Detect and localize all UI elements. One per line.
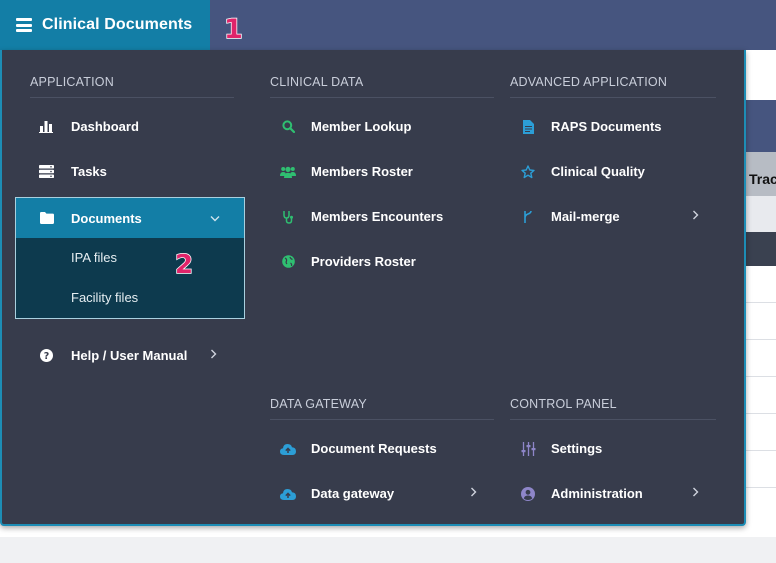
callout-marker-1: 1 bbox=[223, 13, 243, 46]
section-heading: APPLICATION bbox=[30, 74, 234, 98]
chevron-right-icon bbox=[466, 485, 480, 499]
section-help: ? Help / User Manual bbox=[30, 333, 234, 378]
documents-group: Documents IPA files Facility files bbox=[15, 197, 245, 319]
menu-item-document-requests[interactable]: Document Requests bbox=[270, 426, 494, 471]
menu-item-member-lookup[interactable]: Member Lookup bbox=[270, 104, 494, 149]
svg-text:?: ? bbox=[43, 351, 49, 362]
app-title: Clinical Documents bbox=[42, 16, 193, 33]
background-footer bbox=[0, 526, 776, 537]
chevron-right-icon bbox=[688, 208, 702, 222]
menu-item-label: Providers Roster bbox=[311, 254, 416, 269]
merge-icon bbox=[520, 209, 536, 225]
background-dark-row bbox=[744, 232, 776, 266]
section-heading: CLINICAL DATA bbox=[270, 74, 494, 98]
menu-item-label: Mail-merge bbox=[551, 209, 620, 224]
documents-submenu: IPA files Facility files bbox=[16, 238, 244, 318]
table-row bbox=[744, 377, 776, 414]
menu-item-mail-merge[interactable]: Mail-merge bbox=[510, 194, 716, 239]
background-table-header: Trac bbox=[744, 152, 776, 196]
chevron-right-icon bbox=[206, 347, 220, 361]
section-heading: ADVANCED APPLICATION bbox=[510, 74, 716, 98]
table-row bbox=[744, 340, 776, 377]
file-text-icon bbox=[520, 119, 536, 135]
globe-icon bbox=[280, 254, 296, 270]
submenu-item-facility-files[interactable]: Facility files bbox=[16, 278, 244, 318]
menu-item-tasks[interactable]: Tasks bbox=[30, 149, 234, 194]
section-heading: CONTROL PANEL bbox=[510, 396, 716, 420]
menu-item-settings[interactable]: Settings bbox=[510, 426, 716, 471]
users-icon bbox=[280, 164, 296, 180]
menu-item-providers-roster[interactable]: Providers Roster bbox=[270, 239, 494, 284]
folder-icon bbox=[39, 210, 55, 226]
background-page bbox=[744, 50, 776, 100]
menu-item-label: Data gateway bbox=[311, 486, 395, 501]
menu-item-label: Dashboard bbox=[71, 119, 139, 134]
table-row bbox=[744, 451, 776, 488]
menu-item-raps-documents[interactable]: RAPS Documents bbox=[510, 104, 716, 149]
menu-item-label: Member Lookup bbox=[311, 119, 412, 134]
server-icon bbox=[38, 164, 54, 180]
menu-item-label: Tasks bbox=[71, 164, 107, 179]
background-table-rows bbox=[744, 266, 776, 526]
star-icon bbox=[520, 164, 536, 180]
mega-menu-panel: APPLICATION Dashboard Tasks Documents IP… bbox=[0, 50, 746, 526]
menu-toggle-button[interactable]: Clinical Documents bbox=[0, 0, 210, 50]
chevron-down-icon bbox=[208, 211, 222, 225]
background-filter-row bbox=[744, 196, 776, 232]
menu-item-label: Help / User Manual bbox=[71, 348, 188, 363]
menu-item-members-encounters[interactable]: Members Encounters bbox=[270, 194, 494, 239]
menu-item-label: Members Roster bbox=[311, 164, 413, 179]
menu-item-label: Settings bbox=[551, 441, 603, 456]
search-icon bbox=[280, 119, 296, 135]
table-row bbox=[744, 303, 776, 340]
background-header bbox=[744, 100, 776, 152]
section-heading: DATA GATEWAY bbox=[270, 396, 494, 420]
menu-item-clinical-quality[interactable]: Clinical Quality bbox=[510, 149, 716, 194]
cloud-upload-icon bbox=[280, 441, 296, 457]
chevron-right-icon bbox=[688, 485, 702, 499]
section-data-gateway: DATA GATEWAY Document Requests Data gate… bbox=[270, 396, 494, 516]
menu-item-label: RAPS Documents bbox=[551, 119, 662, 134]
background-column-label: Trac bbox=[749, 171, 776, 187]
question-circle-icon: ? bbox=[38, 348, 54, 364]
sliders-icon bbox=[520, 441, 536, 457]
user-circle-icon bbox=[520, 486, 536, 502]
section-control-panel: CONTROL PANEL Settings Administration bbox=[510, 396, 716, 516]
menu-item-label: Document Requests bbox=[311, 441, 437, 456]
menu-item-label: Members Encounters bbox=[311, 209, 444, 224]
section-clinical-data: CLINICAL DATA Member Lookup Members Rost… bbox=[270, 74, 494, 284]
hamburger-icon bbox=[16, 18, 32, 32]
table-row bbox=[744, 266, 776, 303]
stethoscope-icon bbox=[280, 209, 296, 225]
menu-item-documents[interactable]: Documents bbox=[16, 198, 244, 238]
cloud-upload-icon bbox=[280, 486, 296, 502]
section-advanced-application: ADVANCED APPLICATION RAPS Documents Clin… bbox=[510, 74, 716, 239]
menu-item-label: Clinical Quality bbox=[551, 164, 645, 179]
menu-item-label: Documents bbox=[71, 211, 142, 226]
menu-item-members-roster[interactable]: Members Roster bbox=[270, 149, 494, 194]
section-application: APPLICATION Dashboard Tasks bbox=[30, 74, 234, 194]
menu-item-help-user-manual[interactable]: ? Help / User Manual bbox=[30, 333, 234, 378]
menu-item-label: Administration bbox=[551, 486, 643, 501]
submenu-item-ipa-files[interactable]: IPA files bbox=[16, 238, 244, 278]
bar-chart-icon bbox=[38, 119, 54, 135]
table-row bbox=[744, 414, 776, 451]
menu-item-data-gateway[interactable]: Data gateway bbox=[270, 471, 494, 516]
menu-item-dashboard[interactable]: Dashboard bbox=[30, 104, 234, 149]
menu-item-administration[interactable]: Administration bbox=[510, 471, 716, 516]
callout-marker-2: 2 bbox=[174, 249, 194, 281]
